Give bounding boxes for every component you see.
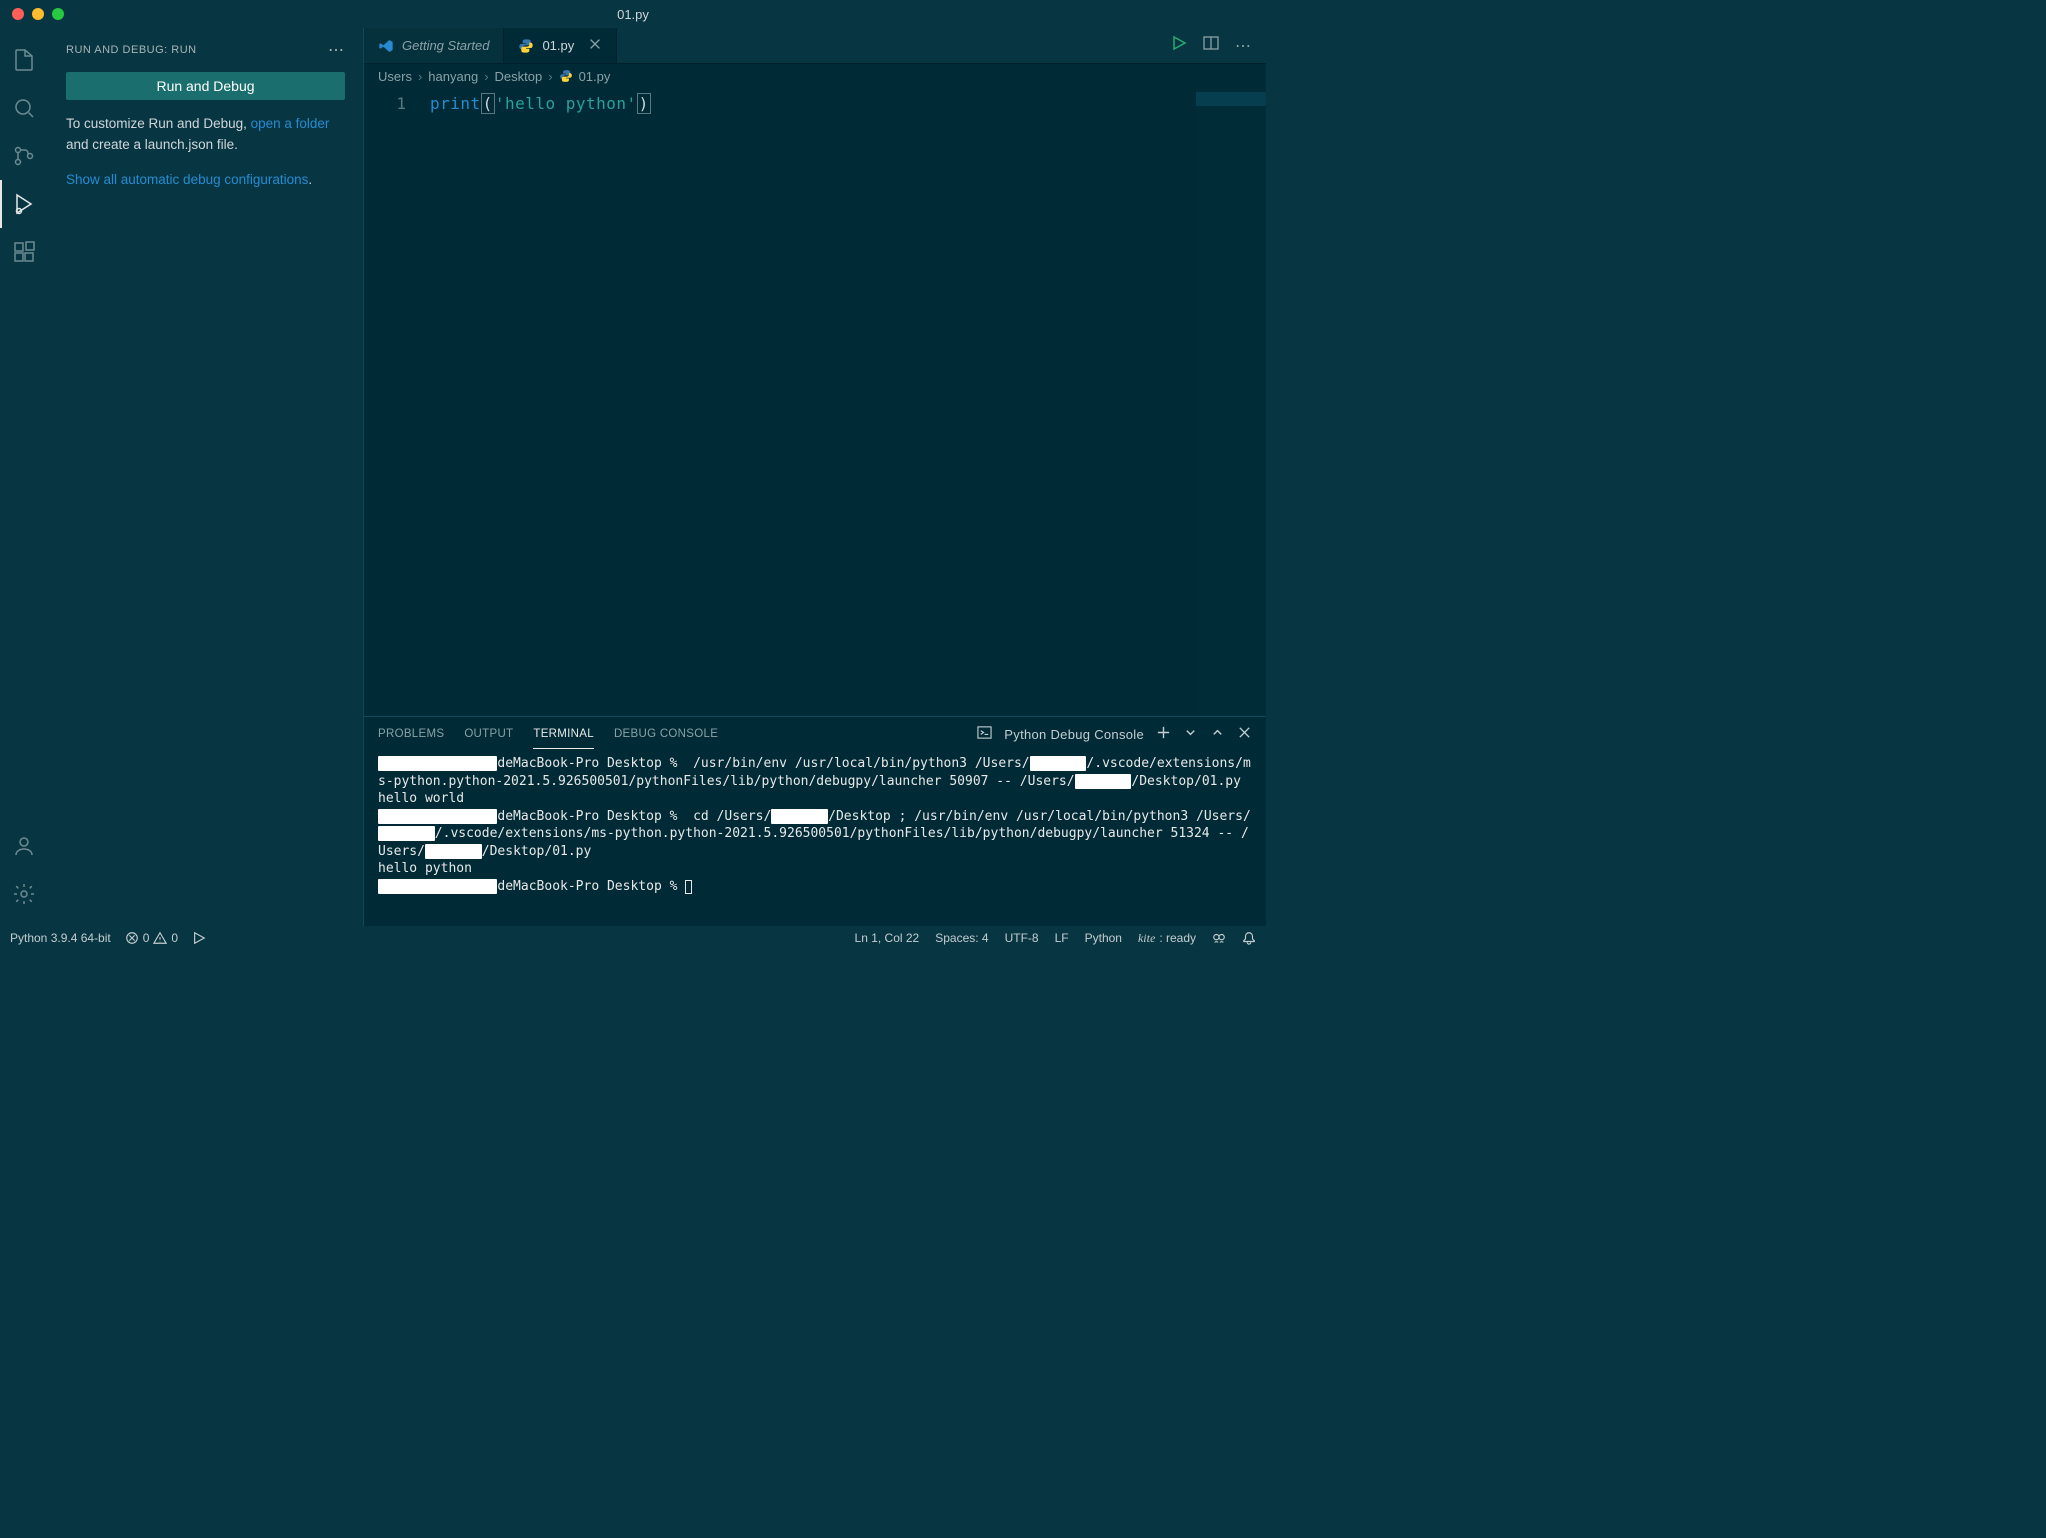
- window-controls: [12, 8, 64, 20]
- tab-label: 01.py: [542, 38, 574, 53]
- status-bar: Python 3.9.4 64-bit 0 0 Ln 1, Col 22 Spa…: [0, 926, 1266, 950]
- status-eol[interactable]: LF: [1055, 931, 1069, 945]
- redacted-text: xxxxxxx@xxxxxxx: [378, 809, 497, 824]
- panel-tab-problems[interactable]: PROBLEMS: [378, 720, 444, 748]
- more-actions-icon[interactable]: ⋯: [1235, 36, 1252, 56]
- code-content[interactable]: print('hello python'): [424, 88, 1266, 716]
- search-icon[interactable]: [0, 84, 48, 132]
- minimap-highlight: [1196, 92, 1266, 106]
- terminal-output[interactable]: xxxxxxx@xxxxxxxdeMacBook-Pro Desktop % /…: [364, 751, 1266, 926]
- chevron-right-icon: ›: [484, 69, 488, 84]
- status-language[interactable]: Python: [1085, 931, 1122, 945]
- status-indent[interactable]: Spaces: 4: [935, 931, 988, 945]
- panel-tab-terminal[interactable]: TERMINAL: [533, 720, 594, 749]
- window-title: 01.py: [617, 7, 649, 22]
- run-icon[interactable]: [1171, 35, 1187, 56]
- close-window-button[interactable]: [12, 8, 24, 20]
- minimize-window-button[interactable]: [32, 8, 44, 20]
- sidebar-more-icon[interactable]: ⋯: [328, 40, 345, 60]
- status-feedback-icon[interactable]: [1212, 931, 1226, 945]
- status-kite[interactable]: kite: ready: [1138, 931, 1196, 946]
- tab-label: Getting Started: [402, 38, 489, 53]
- split-editor-icon[interactable]: [1203, 35, 1219, 56]
- status-python-version[interactable]: Python 3.9.4 64-bit: [10, 931, 111, 945]
- code-token-string: 'hello python': [495, 94, 637, 113]
- vscode-icon: [378, 38, 394, 54]
- activity-bar: [0, 28, 48, 926]
- panel: PROBLEMS OUTPUT TERMINAL DEBUG CONSOLE P…: [364, 716, 1266, 926]
- run-and-debug-button[interactable]: Run and Debug: [66, 72, 345, 100]
- sidebar-title: RUN AND DEBUG: RUN: [66, 44, 197, 56]
- code-token-paren: (: [481, 93, 495, 114]
- close-tab-icon[interactable]: [588, 37, 602, 54]
- open-folder-link[interactable]: open a folder: [251, 116, 330, 131]
- redacted-text: xxxxxxx: [1075, 774, 1132, 789]
- minimap[interactable]: [1196, 88, 1266, 716]
- code-token-function: print: [430, 94, 481, 113]
- maximize-panel-icon[interactable]: [1210, 725, 1225, 743]
- panel-tabs: PROBLEMS OUTPUT TERMINAL DEBUG CONSOLE P…: [364, 717, 1266, 751]
- title-bar: 01.py: [0, 0, 1266, 28]
- extensions-icon[interactable]: [0, 228, 48, 276]
- editor-actions: ⋯: [1171, 28, 1266, 63]
- sidebar-hint-2: Show all automatic debug configurations.: [66, 170, 345, 191]
- breadcrumb-segment[interactable]: Desktop: [495, 69, 543, 84]
- python-icon: [559, 69, 573, 83]
- redacted-text: xxxxxxx@xxxxxxx: [378, 879, 497, 894]
- settings-gear-icon[interactable]: [0, 870, 48, 918]
- line-number: 1: [364, 92, 406, 116]
- status-bell-icon[interactable]: [1242, 931, 1256, 945]
- status-cursor-position[interactable]: Ln 1, Col 22: [855, 931, 920, 945]
- sidebar-hint-1: To customize Run and Debug, open a folde…: [66, 114, 345, 156]
- terminal-cursor: [685, 880, 692, 894]
- status-run-cell-icon[interactable]: [192, 931, 206, 945]
- redacted-text: xxxxxxx: [771, 809, 828, 824]
- line-gutter: 1: [364, 88, 424, 716]
- source-control-icon[interactable]: [0, 132, 48, 180]
- status-problems[interactable]: 0 0: [125, 931, 178, 945]
- maximize-window-button[interactable]: [52, 8, 64, 20]
- show-auto-debug-link[interactable]: Show all automatic debug configurations: [66, 172, 308, 187]
- code-editor[interactable]: 1 print('hello python'): [364, 88, 1266, 716]
- editor-area: Getting Started 01.py ⋯: [364, 28, 1266, 926]
- panel-tab-debug-console[interactable]: DEBUG CONSOLE: [614, 720, 718, 748]
- breadcrumb[interactable]: Users › hanyang › Desktop › 01.py: [364, 64, 1266, 88]
- run-debug-icon[interactable]: [0, 180, 48, 228]
- breadcrumb-segment[interactable]: hanyang: [428, 69, 478, 84]
- tab-01-py[interactable]: 01.py: [504, 28, 617, 63]
- chevron-right-icon: ›: [418, 69, 422, 84]
- tabs-bar: Getting Started 01.py ⋯: [364, 28, 1266, 64]
- chevron-right-icon: ›: [548, 69, 552, 84]
- python-icon: [518, 38, 534, 54]
- redacted-text: xxxxxxx@xxxxxxx: [378, 756, 497, 771]
- explorer-icon[interactable]: [0, 36, 48, 84]
- terminal-shell-icon[interactable]: [977, 725, 992, 743]
- terminal-shell-label[interactable]: Python Debug Console: [1004, 727, 1144, 742]
- status-encoding[interactable]: UTF-8: [1005, 931, 1039, 945]
- new-terminal-icon[interactable]: [1156, 725, 1171, 743]
- redacted-text: xxxxxxx: [1030, 756, 1087, 771]
- breadcrumb-segment[interactable]: Users: [378, 69, 412, 84]
- panel-tab-output[interactable]: OUTPUT: [464, 720, 513, 748]
- tab-getting-started[interactable]: Getting Started: [364, 28, 504, 63]
- redacted-text: xxxxxxx: [425, 844, 482, 859]
- account-icon[interactable]: [0, 822, 48, 870]
- redacted-text: xxxxxxx: [378, 826, 435, 841]
- breadcrumb-file[interactable]: 01.py: [579, 69, 611, 84]
- close-panel-icon[interactable]: [1237, 725, 1252, 743]
- terminal-split-chevron-icon[interactable]: [1183, 725, 1198, 743]
- code-token-paren: ): [637, 93, 651, 114]
- run-debug-sidebar: RUN AND DEBUG: RUN ⋯ Run and Debug To cu…: [48, 28, 364, 926]
